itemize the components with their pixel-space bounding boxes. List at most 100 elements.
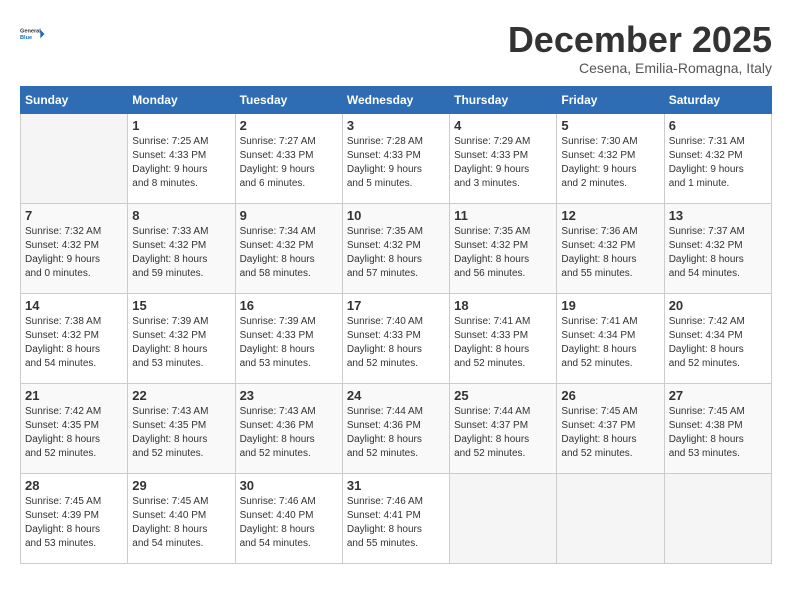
day-cell: 2 Sunrise: 7:27 AM Sunset: 4:33 PM Daylig… [235,113,342,203]
header-thursday: Thursday [450,86,557,113]
day-info: Sunrise: 7:27 AM Sunset: 4:33 PM Dayligh… [240,135,338,191]
day-number: 21 [25,388,123,403]
day-info: Sunrise: 7:43 AM Sunset: 4:35 PM Dayligh… [132,405,230,461]
day-cell: 9 Sunrise: 7:34 AM Sunset: 4:32 PM Daylig… [235,203,342,293]
day-info: Sunrise: 7:45 AM Sunset: 4:37 PM Dayligh… [561,405,659,461]
day-cell: 6Sunrise: 7:31 AM Sunset: 4:32 PM Daylig… [664,113,771,203]
day-info: Sunrise: 7:46 AM Sunset: 4:41 PM Dayligh… [347,495,445,551]
day-info: Sunrise: 7:42 AM Sunset: 4:35 PM Dayligh… [25,405,123,461]
day-cell [557,473,664,563]
day-info: Sunrise: 7:34 AM Sunset: 4:32 PM Dayligh… [240,225,338,281]
day-info: Sunrise: 7:45 AM Sunset: 4:38 PM Dayligh… [669,405,767,461]
day-info: Sunrise: 7:33 AM Sunset: 4:32 PM Dayligh… [132,225,230,281]
day-cell: 17 Sunrise: 7:40 AM Sunset: 4:33 PM Dayli… [342,293,449,383]
day-cell: 24 Sunrise: 7:44 AM Sunset: 4:36 PM Dayli… [342,383,449,473]
day-number: 1 [132,118,230,133]
day-number: 13 [669,208,767,223]
header-sunday: Sunday [21,86,128,113]
day-cell: 7 Sunrise: 7:32 AM Sunset: 4:32 PM Daylig… [21,203,128,293]
title-block: December 2025 Cesena, Emilia-Romagna, It… [508,20,772,76]
day-info: Sunrise: 7:43 AM Sunset: 4:36 PM Dayligh… [240,405,338,461]
day-info: Sunrise: 7:39 AM Sunset: 4:33 PM Dayligh… [240,315,338,371]
day-number: 24 [347,388,445,403]
day-number: 7 [25,208,123,223]
day-number: 28 [25,478,123,493]
day-number: 23 [240,388,338,403]
day-info: Sunrise: 7:31 AM Sunset: 4:32 PM Dayligh… [669,135,767,191]
day-number: 10 [347,208,445,223]
week-row-2: 7 Sunrise: 7:32 AM Sunset: 4:32 PM Daylig… [21,203,772,293]
day-number: 25 [454,388,552,403]
day-cell: 19Sunrise: 7:41 AM Sunset: 4:34 PM Dayli… [557,293,664,383]
day-cell: 13 Sunrise: 7:37 AM Sunset: 4:32 PM Dayli… [664,203,771,293]
day-cell: 5Sunrise: 7:30 AM Sunset: 4:32 PM Daylig… [557,113,664,203]
day-cell: 8 Sunrise: 7:33 AM Sunset: 4:32 PM Daylig… [128,203,235,293]
day-info: Sunrise: 7:41 AM Sunset: 4:33 PM Dayligh… [454,315,552,371]
day-info: Sunrise: 7:44 AM Sunset: 4:37 PM Dayligh… [454,405,552,461]
day-info: Sunrise: 7:44 AM Sunset: 4:36 PM Dayligh… [347,405,445,461]
day-cell: 11 Sunrise: 7:35 AM Sunset: 4:32 PM Dayli… [450,203,557,293]
day-info: Sunrise: 7:45 AM Sunset: 4:39 PM Dayligh… [25,495,123,551]
day-cell: 26Sunrise: 7:45 AM Sunset: 4:37 PM Dayli… [557,383,664,473]
week-row-1: 1 Sunrise: 7:25 AM Sunset: 4:33 PM Daylig… [21,113,772,203]
day-number: 14 [25,298,123,313]
day-number: 9 [240,208,338,223]
day-number: 27 [669,388,767,403]
day-info: Sunrise: 7:36 AM Sunset: 4:32 PM Dayligh… [561,225,659,281]
day-number: 2 [240,118,338,133]
day-cell: 31 Sunrise: 7:46 AM Sunset: 4:41 PM Dayli… [342,473,449,563]
subtitle: Cesena, Emilia-Romagna, Italy [508,60,772,76]
week-row-3: 14Sunrise: 7:38 AM Sunset: 4:32 PM Dayli… [21,293,772,383]
day-info: Sunrise: 7:40 AM Sunset: 4:33 PM Dayligh… [347,315,445,371]
day-number: 3 [347,118,445,133]
day-info: Sunrise: 7:42 AM Sunset: 4:34 PM Dayligh… [669,315,767,371]
day-cell: 1 Sunrise: 7:25 AM Sunset: 4:33 PM Daylig… [128,113,235,203]
day-number: 22 [132,388,230,403]
day-info: Sunrise: 7:39 AM Sunset: 4:32 PM Dayligh… [132,315,230,371]
day-number: 15 [132,298,230,313]
day-info: Sunrise: 7:35 AM Sunset: 4:32 PM Dayligh… [454,225,552,281]
svg-text:General: General [20,29,41,35]
day-number: 19 [561,298,659,313]
day-number: 12 [561,208,659,223]
day-info: Sunrise: 7:32 AM Sunset: 4:32 PM Dayligh… [25,225,123,281]
day-cell: 16Sunrise: 7:39 AM Sunset: 4:33 PM Dayli… [235,293,342,383]
day-number: 30 [240,478,338,493]
day-cell: 22 Sunrise: 7:43 AM Sunset: 4:35 PM Dayli… [128,383,235,473]
day-cell [450,473,557,563]
day-cell [664,473,771,563]
svg-text:Blue: Blue [20,35,32,41]
day-number: 20 [669,298,767,313]
day-cell: 15 Sunrise: 7:39 AM Sunset: 4:32 PM Dayli… [128,293,235,383]
day-number: 4 [454,118,552,133]
day-info: Sunrise: 7:25 AM Sunset: 4:33 PM Dayligh… [132,135,230,191]
day-number: 17 [347,298,445,313]
page-header: GeneralBlue December 2025 Cesena, Emilia… [20,20,772,76]
header-tuesday: Tuesday [235,86,342,113]
calendar-table: SundayMondayTuesdayWednesdayThursdayFrid… [20,86,772,564]
day-number: 31 [347,478,445,493]
day-number: 29 [132,478,230,493]
day-info: Sunrise: 7:37 AM Sunset: 4:32 PM Dayligh… [669,225,767,281]
day-info: Sunrise: 7:35 AM Sunset: 4:32 PM Dayligh… [347,225,445,281]
day-cell: 4 Sunrise: 7:29 AM Sunset: 4:33 PM Daylig… [450,113,557,203]
day-info: Sunrise: 7:30 AM Sunset: 4:32 PM Dayligh… [561,135,659,191]
logo: GeneralBlue [20,20,48,48]
day-cell: 27 Sunrise: 7:45 AM Sunset: 4:38 PM Dayli… [664,383,771,473]
day-info: Sunrise: 7:28 AM Sunset: 4:33 PM Dayligh… [347,135,445,191]
day-cell: 14Sunrise: 7:38 AM Sunset: 4:32 PM Dayli… [21,293,128,383]
week-row-5: 28 Sunrise: 7:45 AM Sunset: 4:39 PM Dayli… [21,473,772,563]
day-info: Sunrise: 7:46 AM Sunset: 4:40 PM Dayligh… [240,495,338,551]
day-info: Sunrise: 7:29 AM Sunset: 4:33 PM Dayligh… [454,135,552,191]
day-info: Sunrise: 7:45 AM Sunset: 4:40 PM Dayligh… [132,495,230,551]
month-title: December 2025 [508,20,772,60]
header-wednesday: Wednesday [342,86,449,113]
day-cell: 10 Sunrise: 7:35 AM Sunset: 4:32 PM Dayli… [342,203,449,293]
day-cell: 3 Sunrise: 7:28 AM Sunset: 4:33 PM Daylig… [342,113,449,203]
header-monday: Monday [128,86,235,113]
day-cell: 18 Sunrise: 7:41 AM Sunset: 4:33 PM Dayli… [450,293,557,383]
header-row: SundayMondayTuesdayWednesdayThursdayFrid… [21,86,772,113]
day-number: 11 [454,208,552,223]
day-number: 18 [454,298,552,313]
day-number: 8 [132,208,230,223]
